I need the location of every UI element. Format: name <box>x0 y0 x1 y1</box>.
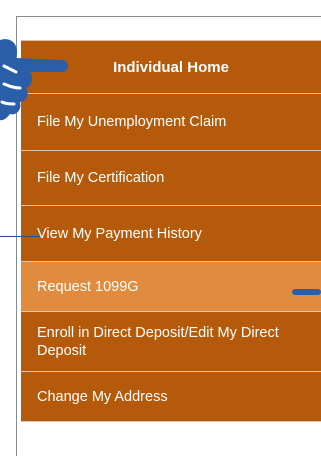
menu-item-file-certification[interactable]: File My Certification <box>21 150 321 205</box>
frame-border-top <box>16 16 321 17</box>
menu-item-request-1099g[interactable]: Request 1099G <box>21 261 321 311</box>
annotation-pointer-marker <box>292 289 321 295</box>
menu-item-view-payment-history[interactable]: View My Payment History <box>21 205 321 261</box>
annotation-pointer-line <box>0 236 40 237</box>
pointing-hand-icon <box>0 39 68 121</box>
menu-item-change-address[interactable]: Change My Address <box>21 371 321 421</box>
menu-item-direct-deposit[interactable]: Enroll in Direct Deposit/Edit My Direct … <box>21 311 321 371</box>
